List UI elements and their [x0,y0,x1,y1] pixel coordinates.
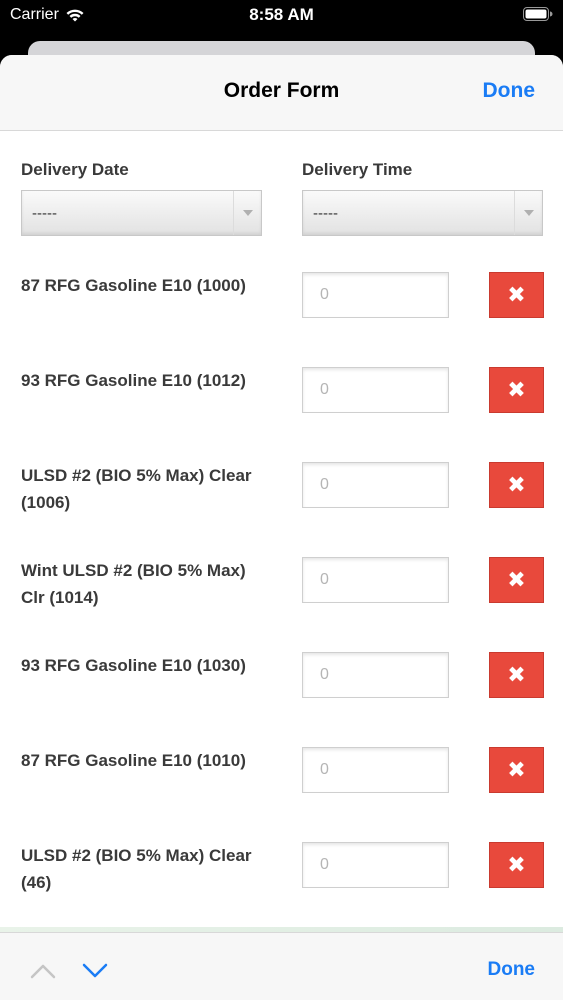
quantity-input[interactable] [302,557,449,603]
remove-button[interactable]: ✖ [489,557,544,603]
chevron-up-icon [30,964,56,979]
navigation-bar: Order Form Done [0,55,563,131]
product-name: ULSD #2 (BIO 5% Max) Clear (46) [21,846,252,892]
delivery-time-label: Delivery Time [302,160,413,179]
quantity-input[interactable] [302,272,449,318]
product-name: Wint ULSD #2 (BIO 5% Max) Clr (1014) [21,561,246,607]
product-row: 87 RFG Gasoline E10 (1000) ✖ [0,272,563,367]
next-field-button[interactable] [82,963,108,984]
quantity-input[interactable] [302,367,449,413]
product-row: 93 RFG Gasoline E10 (1012) ✖ [0,367,563,462]
delivery-date-label: Delivery Date [21,160,129,179]
product-row: 93 RFG Gasoline E10 (1030) ✖ [0,652,563,747]
battery-icon [523,7,553,26]
product-name: 87 RFG Gasoline E10 (1010) [21,751,246,770]
product-row: Wint ULSD #2 (BIO 5% Max) Clr (1014) ✖ [0,557,563,652]
product-name: 93 RFG Gasoline E10 (1012) [21,371,246,390]
close-icon: ✖ [507,567,526,592]
quantity-input[interactable] [302,747,449,793]
remove-button[interactable]: ✖ [489,462,544,508]
product-row: ULSD #2 (BIO 5% Max) Clear (1006) ✖ [0,462,563,557]
close-icon: ✖ [507,377,526,402]
product-row: 87 RFG Gasoline E10 (1010) ✖ [0,747,563,842]
quantity-input[interactable] [302,462,449,508]
chevron-down-icon [233,191,261,235]
product-name: ULSD #2 (BIO 5% Max) Clear (1006) [21,466,252,512]
chevron-down-icon [514,191,542,235]
remove-button[interactable]: ✖ [489,652,544,698]
remove-button[interactable]: ✖ [489,367,544,413]
delivery-time-value: ----- [313,205,338,222]
close-icon: ✖ [507,662,526,687]
status-bar: Carrier 8:58 AM [0,0,563,32]
product-name: 87 RFG Gasoline E10 (1000) [21,276,246,295]
close-icon: ✖ [507,852,526,877]
chevron-down-icon [82,963,108,978]
page-title: Order Form [223,79,340,102]
previous-field-button[interactable] [30,963,56,984]
quantity-input[interactable] [302,652,449,698]
remove-button[interactable]: ✖ [489,272,544,318]
close-icon: ✖ [507,757,526,782]
close-icon: ✖ [507,472,526,497]
remove-button[interactable]: ✖ [489,842,544,888]
delivery-time-select[interactable]: ----- [302,190,543,236]
close-icon: ✖ [507,282,526,307]
quantity-input[interactable] [302,842,449,888]
order-form-sheet: Order Form Done Delivery Date Delivery T… [0,55,563,1000]
product-name: 93 RFG Gasoline E10 (1030) [21,656,246,675]
product-row: ULSD #2 (BIO 5% Max) Clear (46) ✖ [0,842,563,937]
status-time: 8:58 AM [249,5,314,24]
remove-button[interactable]: ✖ [489,747,544,793]
done-button[interactable]: Done [483,79,536,103]
keyboard-toolbar: Done [0,932,563,1000]
delivery-date-select[interactable]: ----- [21,190,262,236]
toolbar-done-button[interactable]: Done [488,959,536,981]
delivery-date-value: ----- [32,205,57,222]
